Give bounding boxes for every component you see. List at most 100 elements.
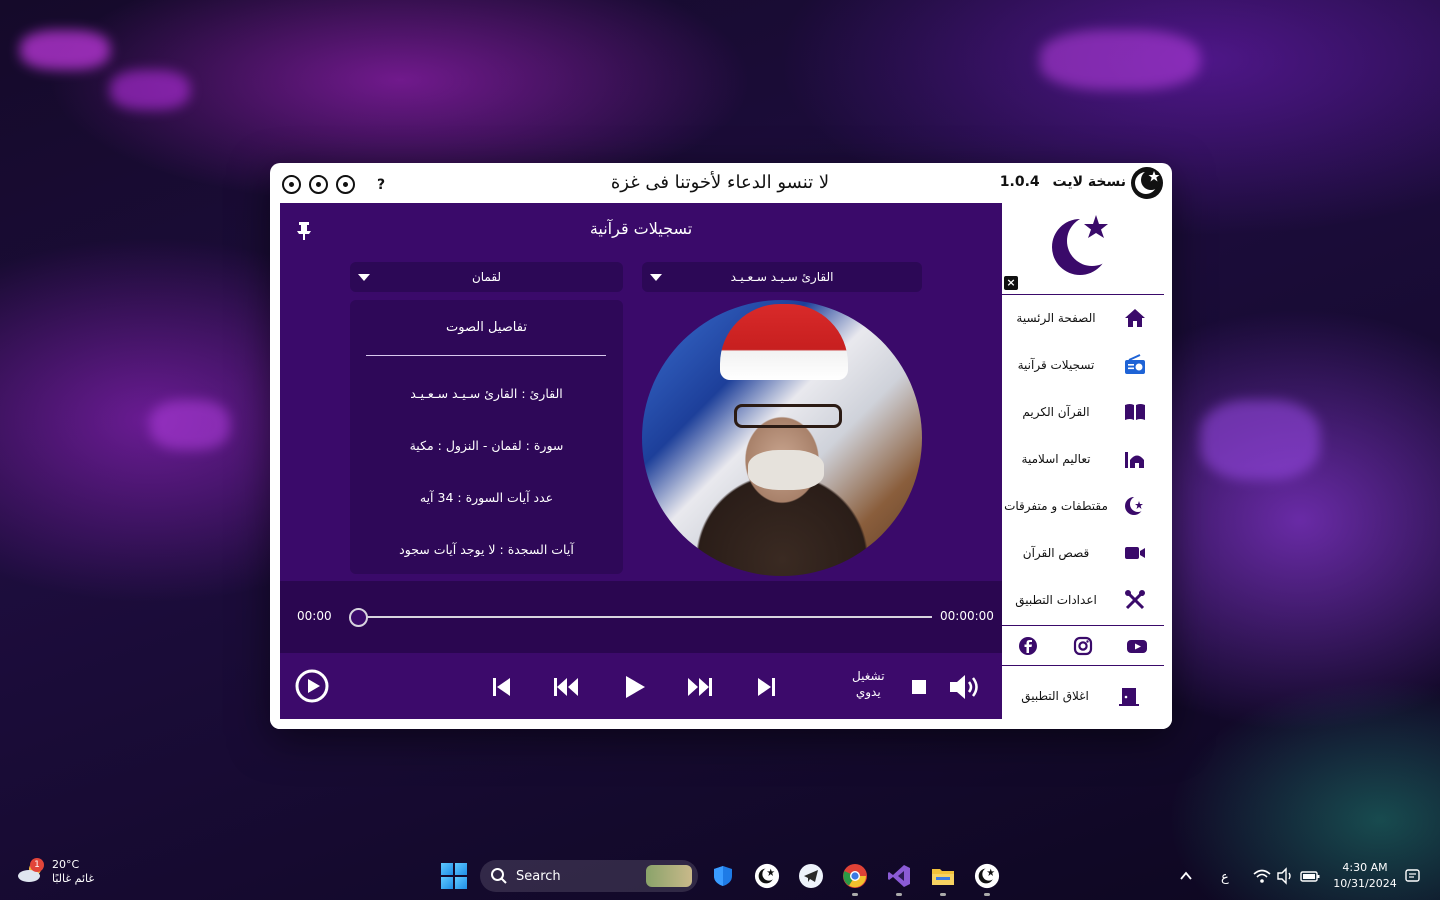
sidebar-item-stories[interactable]: قصص القرآن [1002,532,1164,574]
weather-temp: 20°C [52,858,80,871]
divider [1002,665,1164,666]
running-indicator [896,893,902,896]
start-tile [455,863,467,875]
sidebar-item-recordings[interactable]: تسجيلات قرآنية [1002,344,1164,386]
start-button[interactable] [441,863,467,889]
surah-dropdown[interactable]: لقمان [350,262,623,292]
input-language[interactable]: ع [1221,870,1229,885]
youtube-icon[interactable] [1126,635,1148,657]
window-title: لا تنسو الدعاء لأخوتنا فى غزة [610,172,830,193]
taskbar-app-quran-icon[interactable] [753,862,781,890]
close-window-button[interactable] [282,175,301,194]
portrait-glasses [734,404,842,428]
exit-door-icon [1119,688,1139,706]
version-label: نسخة لايت 1.0.4 [1000,174,1126,190]
weather-widget[interactable]: 1 20°C غائم غالبًا [16,858,94,886]
speaker-icon[interactable] [1276,867,1294,885]
app-window: ? لا تنسو الدعاء لأخوتنا فى غزة نسخة لاي… [270,163,1172,729]
details-reciter: القارئ : القارئ سـيـد سـعـيـد [410,386,563,401]
mosque-icon [1125,452,1144,468]
manual-line2: يدوي [855,685,881,699]
elapsed-time: 00:00 [297,609,332,623]
background-glow [1040,30,1200,90]
taskbar-chrome-icon[interactable] [841,862,869,896]
taskbar-telegram-icon[interactable] [797,862,825,890]
divider [366,355,606,356]
sidebar-item-home[interactable]: الصفحة الرئسية [1002,297,1164,339]
facebook-icon[interactable] [1017,635,1039,657]
sidebar-item-label: مقتطفات و متفرقات [1004,499,1108,513]
portrait-beard [748,450,824,490]
minimize-window-button[interactable] [336,175,355,194]
sidebar-item-quran[interactable]: القرآن الكريم [1002,391,1164,433]
details-sajda: آيات السجدة : لا يوجد آيات سجود [399,542,574,557]
sidebar: × الصفحة الرئسية تسجيلات قرآنية القرآن ا… [1002,203,1164,719]
running-indicator [940,893,946,896]
version-text: نسخة لايت [1052,174,1126,190]
reciter-dropdown-value: القارئ سـيـد سـعـيـد [730,270,834,284]
weather-text: 20°C غائم غالبًا [52,858,94,886]
search-placeholder: Search [516,868,561,884]
sidebar-item-label: اعدادات التطبيق [1015,593,1097,607]
sidebar-item-settings[interactable]: اعدادات التطبيق [1002,579,1164,621]
skip-previous-icon[interactable] [488,673,516,701]
sidebar-item-label: القرآن الكريم [1022,405,1090,419]
skip-next-icon[interactable] [752,673,780,701]
search-highlight-image [646,865,692,887]
tools-icon [1125,590,1145,610]
page-title: تسجيلات قرآنية [589,219,693,238]
clock-time: 4:30 AM [1342,861,1388,874]
sidebar-item-label: الصفحة الرئسية [1016,311,1096,325]
chevron-down-icon [650,274,662,281]
stop-icon[interactable] [905,673,933,701]
battery-icon[interactable] [1300,867,1320,885]
chevron-up-icon[interactable] [1179,869,1193,883]
surah-dropdown-value: لقمان [471,270,502,284]
fast-forward-icon[interactable] [686,673,714,701]
rewind-icon[interactable] [552,673,580,701]
taskbar-defender-icon[interactable] [709,862,737,890]
background-glow [20,30,110,70]
play-icon[interactable] [620,673,648,701]
manual-play-toggle[interactable]: تشغيل يدوي [852,668,885,700]
taskbar-app-quran-active-icon[interactable] [973,862,1001,896]
telegram-icon [799,864,823,888]
start-tile [441,877,453,889]
exit-app-button[interactable]: اغلاق التطبيق [1002,673,1164,719]
system-clock[interactable]: 4:30 AM 10/31/2024 [1330,860,1400,892]
chevron-down-icon [358,274,370,281]
shield-icon [714,866,732,886]
sidebar-item-label: قصص القرآن [1022,546,1090,560]
crescent-star-icon [1125,496,1146,515]
help-button[interactable]: ? [377,177,385,193]
taskbar-file-explorer-icon[interactable] [929,862,957,896]
wifi-icon[interactable] [1253,867,1271,885]
start-tile [455,877,467,889]
notification-icon[interactable] [1404,867,1422,885]
maximize-window-button[interactable] [309,175,328,194]
app-logo-icon [1131,167,1163,199]
start-tile [441,863,453,875]
divider [1002,625,1164,626]
progress-track[interactable] [358,616,932,618]
crescent-star-icon [754,863,780,889]
details-ayat-count: عدد آيات السورة : 34 آيه [419,490,554,505]
crescent-star-icon [974,863,1000,889]
window-bottom-border [270,719,1172,729]
exit-label: اغلاق التطبيق [1021,689,1089,703]
title-bar: ? لا تنسو الدعاء لأخوتنا فى غزة نسخة لاي… [270,163,1172,203]
sidebar-item-teachings[interactable]: تعاليم اسلامية [1002,438,1164,480]
taskbar-search[interactable]: Search [480,860,698,892]
player-panel: 00:00 00:00:00 تشغيل يدوي [280,581,1002,719]
sidebar-item-excerpts[interactable]: مقتطفات و متفرقات [1002,485,1164,527]
audio-details-card: تفاصيل الصوت القارئ : القارئ سـيـد سـعـي… [350,300,623,574]
close-sidebar-button[interactable]: × [1004,276,1018,290]
play-circle-icon[interactable] [295,669,329,703]
progress-knob[interactable] [349,608,368,627]
instagram-icon[interactable] [1072,635,1094,657]
chrome-icon [843,864,867,888]
volume-icon[interactable] [948,673,984,701]
search-icon [491,868,507,884]
taskbar-visual-studio-icon[interactable] [885,862,913,896]
reciter-dropdown[interactable]: القارئ سـيـد سـعـيـد [642,262,922,292]
